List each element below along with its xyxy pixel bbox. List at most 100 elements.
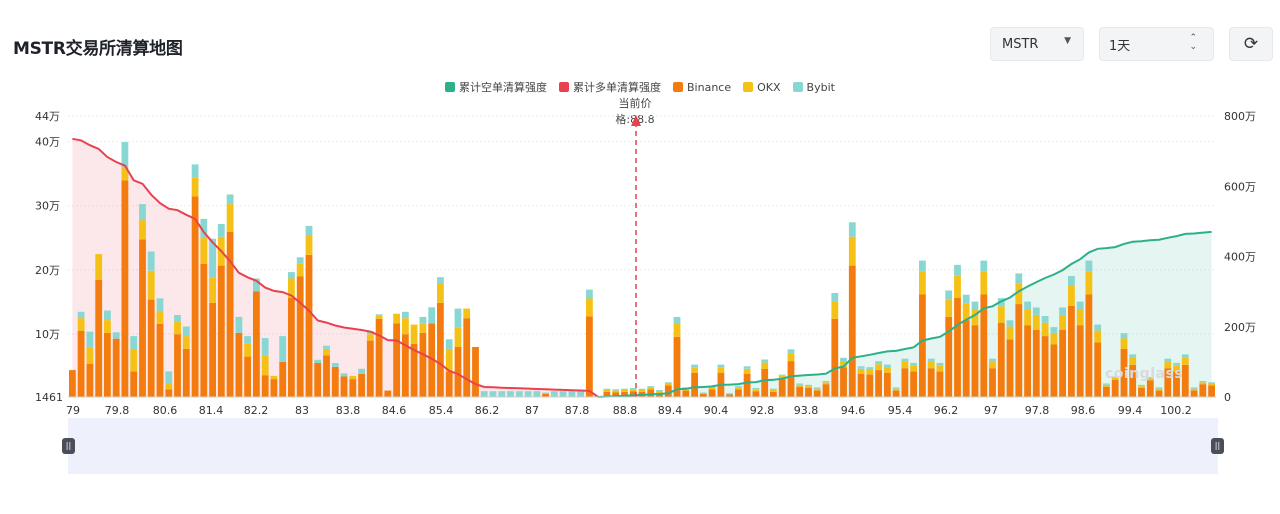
bar-binance (848, 265, 856, 397)
bar-okx (1120, 338, 1128, 349)
bar-bybit (454, 308, 462, 328)
slider-handle-left[interactable]: || (62, 438, 75, 454)
bar-bybit (480, 391, 488, 397)
bar-bybit (340, 373, 348, 377)
bar-okx (1129, 357, 1137, 365)
bar-okx (936, 365, 944, 372)
y-right-tick-label: 400万 (1224, 251, 1256, 264)
bar-bybit (533, 391, 541, 397)
bar-okx (813, 388, 821, 391)
bar-bybit (857, 366, 865, 369)
bar-bybit (1199, 381, 1207, 383)
slider-handle-right[interactable]: || (1211, 438, 1224, 454)
bar-okx (77, 318, 85, 331)
bar-bybit (735, 386, 742, 388)
bar-bybit (1190, 387, 1198, 389)
bar-binance (1155, 390, 1163, 397)
bar-bybit (507, 391, 514, 397)
x-tick-label: 81.4 (199, 404, 224, 417)
bar-binance (840, 367, 847, 397)
bar-okx (1094, 330, 1102, 343)
bar-binance (1103, 386, 1110, 397)
bar-okx (796, 384, 804, 387)
bar-binance (673, 336, 681, 397)
bar-binance (927, 368, 935, 397)
bar-okx (402, 318, 409, 335)
bar-okx (848, 236, 856, 266)
bar-bybit (428, 307, 436, 324)
bar-binance (445, 371, 453, 397)
bar-okx (831, 301, 839, 319)
current-price-line (631, 115, 641, 397)
bar-bybit (139, 204, 146, 221)
bar-okx (603, 390, 611, 392)
bar-bybit (612, 389, 620, 391)
bar-okx (787, 353, 795, 362)
bar-binance (1050, 344, 1058, 397)
bar-binance (200, 263, 208, 397)
bar-bybit (419, 316, 427, 324)
bar-bybit (699, 392, 707, 394)
bar-okx (410, 324, 418, 344)
bar-binance (393, 323, 400, 397)
bar-bybit (770, 388, 777, 390)
bar-bybit (182, 326, 190, 337)
y-right-tick-label: 800万 (1224, 110, 1256, 123)
bar-binance (761, 368, 769, 397)
y-axis-left: 1461 10万 20万 30万 40万 44万 (35, 110, 63, 404)
y-left-tick-label: 1461 (35, 391, 63, 404)
bar-bybit (1094, 324, 1102, 331)
bar-okx (621, 390, 628, 392)
bar-okx (130, 348, 138, 372)
bar-okx (954, 275, 961, 298)
y-left-tick-label: 20万 (35, 264, 60, 277)
bar-okx (1006, 326, 1014, 340)
y-right-tick-label: 0 (1224, 391, 1231, 404)
bar-bybit (165, 371, 173, 383)
bar-bybit (980, 260, 988, 272)
bar-binance (919, 294, 926, 397)
bar-bybit (235, 316, 243, 333)
y-left-tick-label: 30万 (35, 200, 60, 213)
bar-okx (1138, 386, 1145, 388)
bar-okx (226, 204, 234, 232)
bar-okx (857, 368, 865, 374)
bar-binance (270, 379, 278, 397)
bar-bybit (603, 388, 611, 390)
bar-bybit (778, 374, 786, 376)
bar-binance (1041, 336, 1049, 397)
bar-bybit (104, 310, 111, 321)
bar-binance (770, 391, 777, 397)
bar-okx (875, 364, 882, 371)
bar-binance (1111, 379, 1119, 397)
bar-okx (270, 375, 278, 380)
bar-bybit (86, 331, 94, 348)
x-tick-label: 82.2 (244, 404, 269, 417)
bar-bybit (805, 384, 812, 387)
x-tick-label: 83 (295, 404, 309, 417)
x-tick-label: 85.4 (429, 404, 454, 417)
bar-okx (174, 321, 181, 335)
bar-bybit (445, 339, 453, 349)
bar-binance (165, 389, 173, 397)
bar-bybit (1041, 316, 1049, 323)
x-tick-label: 88.8 (613, 404, 638, 417)
bar-binance (822, 384, 830, 397)
bar-bybit (752, 388, 760, 390)
bar-binance (314, 363, 322, 397)
bar-okx (1155, 388, 1163, 391)
bar-binance (139, 239, 146, 397)
bar-okx (892, 388, 900, 391)
bar-bybit (402, 311, 409, 319)
bar-bybit (1120, 333, 1128, 339)
bar-binance (454, 347, 462, 397)
bar-okx (165, 382, 173, 390)
bar-binance (463, 318, 471, 397)
bar-binance (279, 361, 287, 397)
x-tick-label: 87.8 (565, 404, 590, 417)
x-tick-label: 97 (984, 404, 998, 417)
bar-okx (261, 356, 269, 376)
y-left-tick-label: 40万 (35, 136, 60, 149)
range-slider[interactable]: || || (62, 418, 1224, 474)
bar-binance (104, 332, 111, 397)
